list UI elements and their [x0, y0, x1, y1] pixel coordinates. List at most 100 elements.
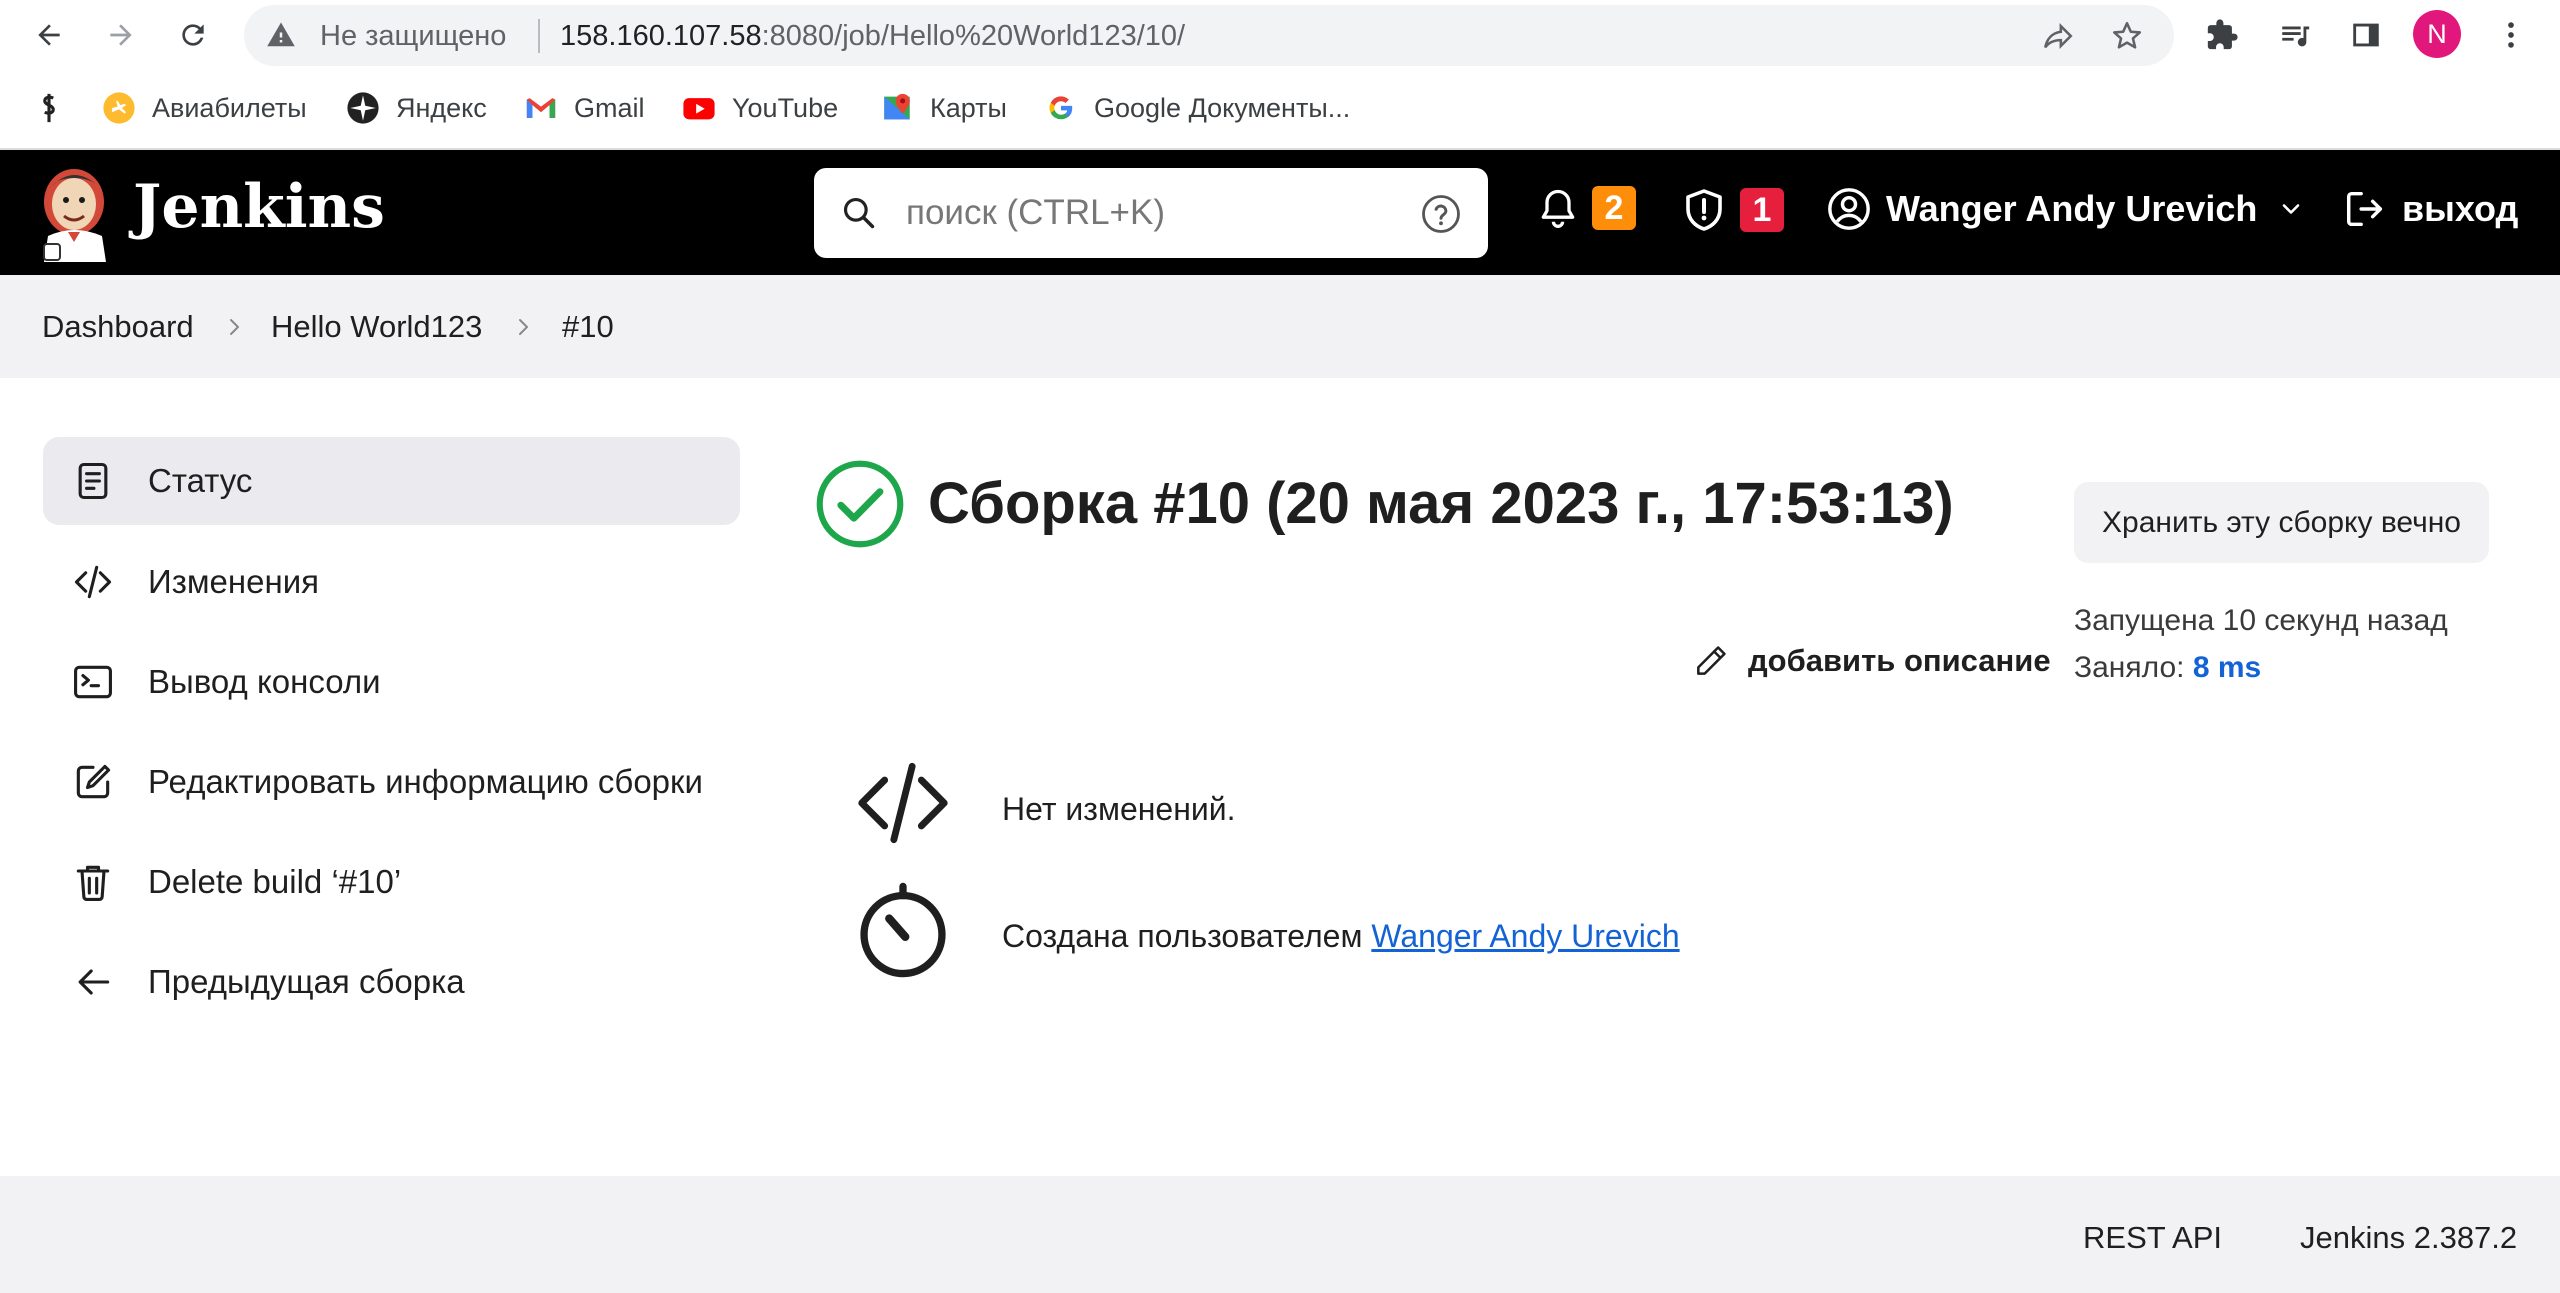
arrow-forward-icon	[110, 24, 132, 46]
security-label[interactable]: Не защищено	[320, 20, 506, 53]
url-text[interactable]: 158.160.107.58:8080/job/Hello%20World123…	[560, 20, 1185, 53]
security-button[interactable]: 1	[1680, 186, 1784, 234]
reload-button[interactable]	[170, 12, 216, 58]
bookmark-label: Gmail	[574, 92, 645, 123]
arrow-left-icon	[78, 969, 110, 995]
shield-icon	[1686, 189, 1722, 231]
notifications-badge: 2	[1592, 186, 1636, 230]
security-badge: 1	[1740, 188, 1784, 232]
created-by-text: Создана пользователем Wanger Andy Urevic…	[1002, 918, 1680, 955]
logout-icon	[2346, 191, 2383, 227]
sidebar-item-label: Delete build ‘#10’	[148, 863, 402, 900]
sidebar-item-label: Предыдущая сборка	[148, 963, 465, 1000]
youtube-icon	[682, 91, 716, 125]
star-icon[interactable]	[2110, 19, 2144, 53]
trash-icon	[76, 865, 110, 901]
chevron-down-icon[interactable]	[2277, 195, 2305, 223]
build-duration: Заняло: 8 ms	[2074, 651, 2261, 685]
bookmark-label: YouTube	[732, 92, 839, 123]
page-footer: REST API Jenkins 2.387.2	[0, 1176, 2560, 1293]
jenkins-logo-icon[interactable]	[40, 164, 112, 262]
build-duration-link[interactable]: 8 ms	[2193, 651, 2261, 684]
extensions-icon[interactable]	[2205, 18, 2239, 52]
rest-api-link[interactable]: REST API	[2083, 1220, 2222, 1256]
url-host: 158.160.107.58	[560, 20, 762, 52]
code-icon	[858, 762, 948, 844]
bookmark-3[interactable]: YouTube	[682, 88, 838, 128]
logout-label: выход	[2402, 188, 2519, 229]
search-input[interactable]	[906, 188, 1366, 238]
sidebar-item-label: Статус	[148, 462, 253, 499]
bookmark-4[interactable]: Карты	[880, 88, 1007, 128]
yandex-icon	[346, 91, 380, 125]
omnibox-separator	[538, 19, 540, 53]
keep-build-forever-button[interactable]: Хранить эту сборку вечно	[2074, 482, 2489, 563]
breadcrumb-dashboard[interactable]: Dashboard	[42, 309, 194, 345]
terminal-icon	[74, 665, 112, 699]
bookmark-2[interactable]: Gmail	[524, 88, 645, 128]
side-panel-icon[interactable]	[2349, 18, 2383, 52]
no-changes-text: Нет изменений.	[1002, 791, 1236, 827]
user-menu[interactable]: Wanger Andy Urevich	[1826, 186, 2305, 232]
profile-avatar[interactable]: N	[2413, 10, 2461, 58]
success-check-icon	[816, 460, 904, 548]
sidebar-item-label: Вывод консоли	[148, 663, 381, 700]
chevron-right-icon	[230, 319, 239, 335]
timer-icon	[860, 882, 946, 978]
sidebar-item-delete[interactable]: Delete build ‘#10’	[43, 838, 740, 926]
breadcrumb-build[interactable]: #10	[562, 309, 614, 345]
bookmark-label: Авиабилеты	[152, 92, 307, 123]
bookmarks-bar: Авиабилеты Яндекс Gmail YouTube Карты Go…	[0, 82, 2560, 132]
maps-icon	[880, 91, 914, 125]
gmail-icon	[524, 91, 558, 125]
created-by-user-link[interactable]: Wanger Andy Urevich	[1371, 918, 1679, 954]
add-description-label: добавить описание	[1748, 643, 2051, 678]
breadcrumb-job[interactable]: Hello World123	[271, 309, 482, 345]
help-icon[interactable]	[1420, 193, 1462, 235]
user-name: Wanger Andy Urevich	[1886, 188, 2258, 229]
bell-icon	[1541, 189, 1575, 228]
browser-toolbar: Не защищено 158.160.107.58:8080/job/Hell…	[0, 0, 2560, 70]
sidebar-item-label: Редактировать информацию сборки	[148, 763, 703, 800]
sidebar-item-console[interactable]: Вывод консоли	[43, 638, 740, 726]
google-icon	[1044, 91, 1078, 125]
bookmark-label: Яндекс	[396, 92, 487, 123]
kebab-menu-icon[interactable]	[2494, 18, 2528, 52]
search-icon	[843, 197, 875, 229]
bookmark-label: Карты	[930, 92, 1007, 123]
pencil-icon	[1697, 646, 1726, 675]
sidebar-item-edit[interactable]: Редактировать информацию сборки	[43, 738, 740, 826]
chevron-right-icon	[519, 319, 528, 335]
sidebar-item-status[interactable]: Статус	[43, 437, 740, 525]
jenkins-brand[interactable]: Jenkins	[133, 172, 385, 242]
bookmark-0[interactable]: Авиабилеты	[102, 88, 307, 128]
bookmark-apps[interactable]	[32, 88, 66, 128]
jenkins-header: Jenkins 2 1 Wanger Andy Urevich выход	[0, 150, 2560, 275]
arrow-back-icon	[38, 24, 60, 46]
url-path: :8080/job/Hello%20World123/10/	[761, 20, 1186, 52]
bookmark-label: Google Документы...	[1094, 92, 1351, 123]
logout-button[interactable]: выход	[2342, 186, 2518, 232]
search-box	[814, 168, 1488, 258]
bookmark-1[interactable]: Яндекс	[346, 88, 487, 128]
forward-button[interactable]	[98, 12, 144, 58]
notifications-button[interactable]: 2	[1536, 186, 1636, 230]
reload-icon	[182, 24, 204, 46]
add-description-button[interactable]: добавить описание	[1692, 642, 2051, 680]
share-icon[interactable]	[2041, 19, 2075, 53]
address-bar[interactable]: Не защищено 158.160.107.58:8080/job/Hell…	[244, 5, 2174, 66]
warning-icon	[267, 22, 295, 47]
sidebar-item-previous-build[interactable]: Предыдущая сборка	[43, 938, 740, 1026]
bookmark-5[interactable]: Google Документы...	[1044, 88, 1350, 128]
back-button[interactable]	[26, 12, 72, 58]
notepad-icon	[78, 462, 108, 500]
build-started-text: Запущена 10 секунд назад	[2074, 604, 2448, 637]
sidebar-item-changes[interactable]: Изменения	[43, 538, 740, 626]
jenkins-version-link[interactable]: Jenkins 2.387.2	[2300, 1220, 2517, 1256]
edit-icon	[76, 764, 111, 799]
code-icon	[74, 565, 112, 599]
breadcrumb: Dashboard Hello World123 #10	[0, 275, 2560, 378]
media-control-icon[interactable]	[2278, 18, 2312, 52]
flight-icon	[102, 91, 136, 125]
browser-chrome: Не защищено 158.160.107.58:8080/job/Hell…	[0, 0, 2560, 150]
